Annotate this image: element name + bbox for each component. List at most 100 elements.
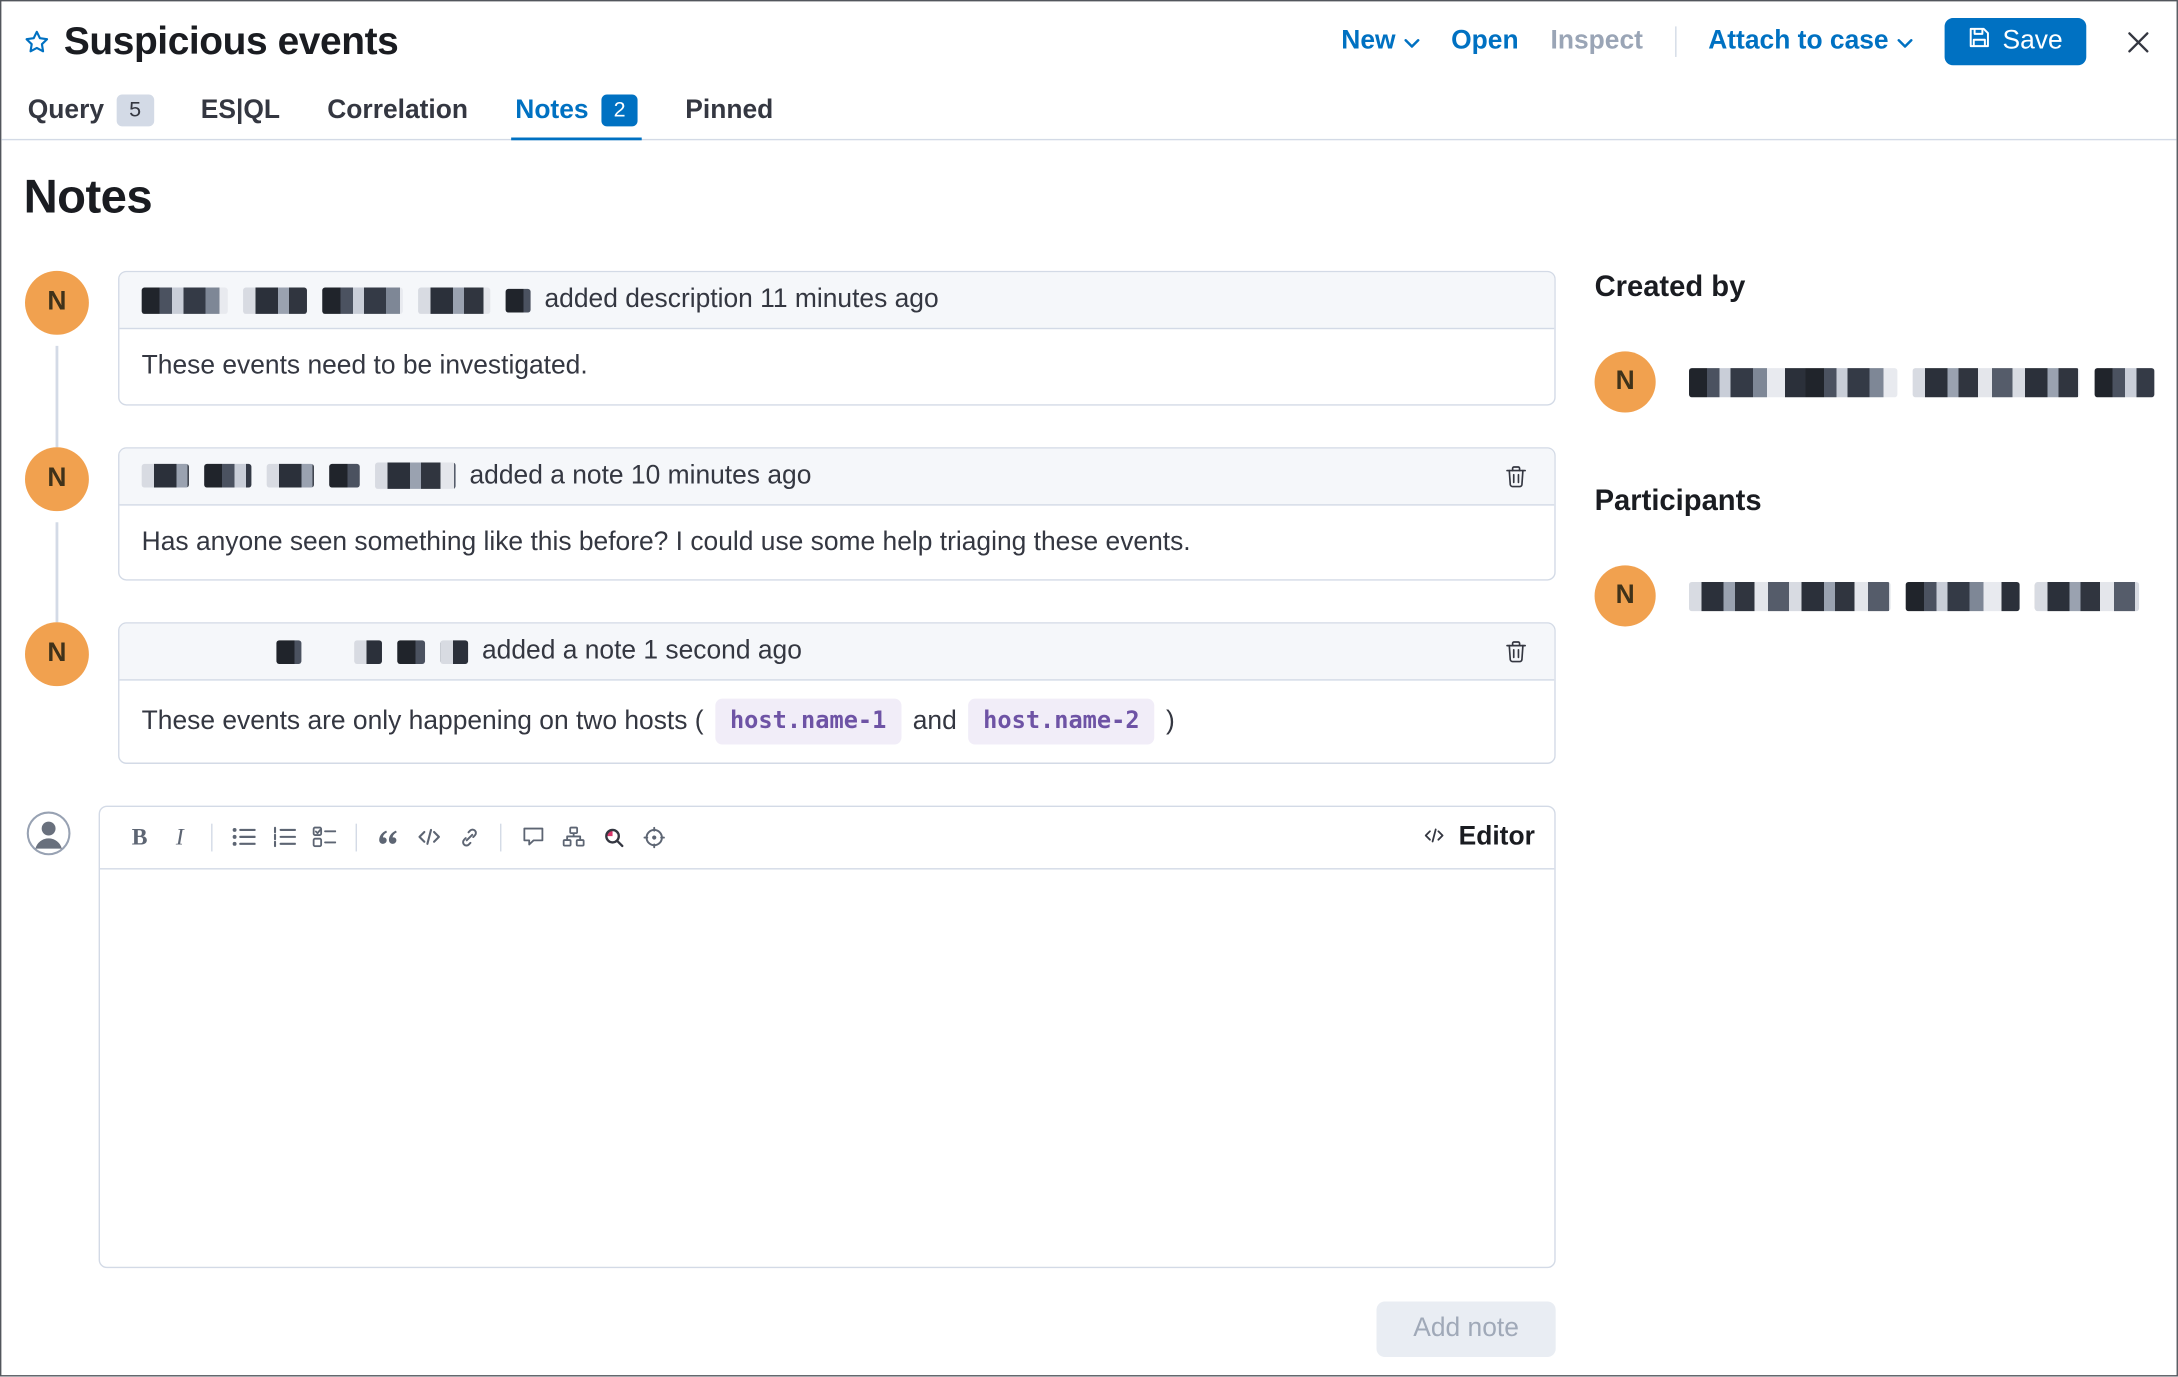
note-text: These events are only happening on two h… (141, 706, 704, 736)
note-item: N added description 11 minutes ago These… (24, 270, 1556, 447)
note-text: Has anyone seen something like this befo… (141, 527, 1191, 557)
timeline-connector (55, 521, 59, 623)
redacted-username (141, 286, 531, 314)
notes-sidebar: Created by N Participants N (1594, 140, 2155, 627)
note-card-header: added description 11 minutes ago (119, 272, 1555, 330)
insight-icon[interactable] (633, 817, 673, 857)
notes-heading: Notes (23, 170, 153, 224)
note-avatar-column: N (24, 446, 118, 623)
note-card: added description 11 minutes ago These e… (118, 270, 1556, 405)
created-by-user: N (1594, 351, 2155, 413)
tab-count-badge: 2 (601, 94, 639, 127)
avatar: N (25, 446, 89, 511)
tab-bar: Query 5 ES|QL Correlation Notes 2 Pinned (1, 82, 2177, 141)
avatar: N (1594, 565, 1656, 627)
redacted-username (142, 639, 469, 664)
editor-mode-toggle[interactable]: Editor (1422, 822, 1535, 853)
note-card: added a note 1 second ago These events a… (118, 622, 1556, 764)
header-actions: New Open Inspect Attach to case Save (1341, 18, 2157, 66)
note-text: ) (1165, 706, 1175, 736)
save-button-label: Save (2002, 26, 2063, 56)
host-name-chip: host.name-1 (714, 698, 902, 745)
note-item: N added a note 1 second ago These events… (24, 622, 1556, 764)
note-text: These events need to be investigated. (141, 351, 588, 381)
save-button[interactable]: Save (1944, 18, 2087, 66)
lens-icon[interactable] (593, 817, 633, 857)
toolbar-divider (355, 823, 357, 852)
tab-notes[interactable]: Notes 2 (511, 82, 643, 141)
avatar: N (25, 622, 89, 687)
note-body: Has anyone seen something like this befo… (119, 505, 1554, 579)
tab-label: Pinned (685, 95, 774, 125)
italic-icon[interactable]: I (160, 817, 200, 857)
tab-label: Query (27, 95, 105, 125)
chevron-down-icon (1404, 26, 1420, 57)
redacted-username (1689, 367, 2155, 397)
tab-esql[interactable]: ES|QL (197, 82, 285, 139)
note-input[interactable] (100, 869, 1554, 1266)
open-button[interactable]: Open (1451, 26, 1518, 57)
note-text: and (912, 706, 957, 736)
save-icon (1968, 26, 1990, 57)
note-body: These events are only happening on two h… (119, 681, 1554, 762)
link-icon[interactable] (449, 817, 489, 857)
host-name-chip: host.name-2 (967, 698, 1155, 745)
delete-note-icon[interactable] (1493, 454, 1537, 498)
ordered-list-icon[interactable] (264, 817, 304, 857)
note-body: These events need to be investigated. (119, 329, 1554, 403)
add-note-row: Add note (24, 1301, 1556, 1357)
note-card-header: added a note 10 minutes ago (119, 448, 1555, 505)
delete-note-icon[interactable] (1493, 629, 1537, 673)
quote-icon[interactable] (368, 817, 408, 857)
note-card-header: added a note 1 second ago (119, 623, 1555, 681)
note-action-text: added description 11 minutes ago (544, 284, 939, 314)
avatar: N (1594, 351, 1656, 413)
redacted-username (141, 462, 456, 489)
add-note-button[interactable]: Add note (1376, 1301, 1556, 1357)
inspect-button[interactable]: Inspect (1551, 26, 1643, 57)
header: Suspicious events New Open Inspect Attac… (1, 1, 2176, 82)
attach-to-case-label: Attach to case (1708, 26, 1889, 56)
chevron-down-icon (1897, 26, 1913, 57)
notes-main-column: Notes N added description 11 minutes ago… (23, 140, 1556, 1357)
toolbar-divider (211, 823, 213, 852)
timeline-panel: Suspicious events New Open Inspect Attac… (0, 0, 2178, 1377)
inspect-button-label: Inspect (1550, 26, 1643, 56)
attach-to-case-button[interactable]: Attach to case (1708, 26, 1913, 57)
created-by-heading: Created by (1594, 270, 1746, 303)
note-card: added a note 10 minutes ago Has anyone s… (118, 446, 1556, 581)
task-list-icon[interactable] (304, 817, 344, 857)
note-avatar-column: N (24, 622, 118, 763)
tab-count-badge: 5 (116, 94, 154, 127)
header-divider (1674, 26, 1677, 57)
new-button-label: New (1341, 26, 1396, 56)
note-action-text: added a note 1 second ago (481, 636, 802, 666)
timeline-icon[interactable] (553, 817, 593, 857)
note-item: N added a note 10 minutes ago Has anyone… (24, 446, 1556, 623)
comment-icon[interactable] (513, 817, 553, 857)
note-avatar-column: N (24, 270, 118, 447)
markdown-editor: B I Editor (98, 805, 1556, 1268)
new-button[interactable]: New (1341, 26, 1420, 57)
toolbar-divider (500, 823, 502, 852)
code-icon[interactable] (408, 817, 448, 857)
tab-pinned[interactable]: Pinned (681, 82, 777, 139)
redacted-username (1689, 581, 2140, 611)
avatar: N (25, 270, 89, 335)
markdown-code-icon (1422, 822, 1446, 853)
new-note-editor-row: B I Editor (24, 805, 1556, 1268)
bold-icon[interactable]: B (119, 817, 159, 857)
note-action-text: added a note 10 minutes ago (469, 460, 812, 490)
tab-label: Notes (515, 95, 589, 125)
page-title: Suspicious events (63, 19, 399, 63)
close-icon[interactable] (2118, 22, 2157, 61)
tab-correlation[interactable]: Correlation (323, 82, 472, 139)
editor-toolbar: B I Editor (100, 807, 1555, 870)
tab-label: ES|QL (200, 95, 281, 125)
notes-tab-content: Notes N added description 11 minutes ago… (1, 140, 2176, 1357)
unordered-list-icon[interactable] (224, 817, 264, 857)
tab-query[interactable]: Query 5 (24, 82, 158, 139)
favorite-star-icon[interactable] (24, 28, 50, 54)
timeline-connector (55, 345, 59, 447)
tab-label: Correlation (327, 95, 469, 125)
